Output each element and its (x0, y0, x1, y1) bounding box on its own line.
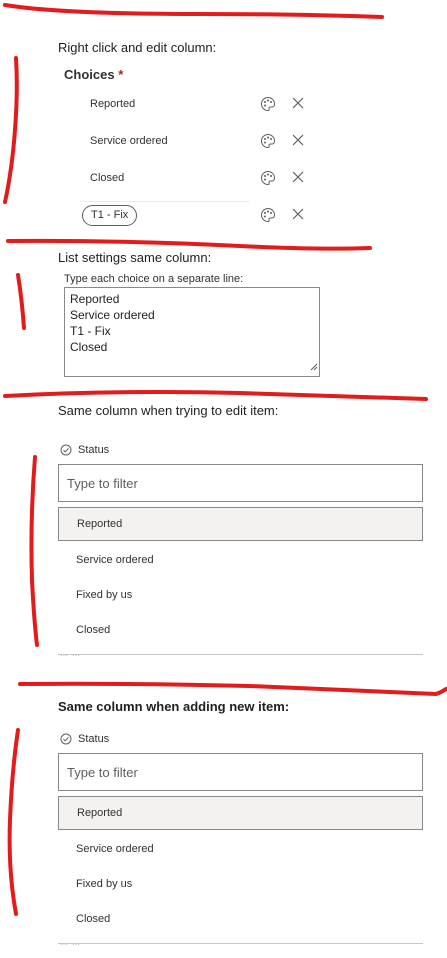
option-label: Fixed by us (76, 589, 133, 601)
status-label-text: Status (78, 733, 110, 745)
choice-pill[interactable]: T1 - Fix (82, 205, 138, 226)
close-icon[interactable] (292, 171, 304, 183)
annotation-stroke (16, 273, 26, 330)
choice-row[interactable]: Reported (80, 89, 310, 119)
section2-heading: List settings same column: (58, 250, 212, 265)
choice-text[interactable]: Service ordered (90, 135, 168, 147)
annotation-stroke (3, 390, 428, 401)
palette-icon[interactable] (260, 96, 276, 112)
choice-text[interactable]: Reported (90, 98, 135, 110)
option-label: Fixed by us (76, 878, 133, 890)
textarea-line: Reported (70, 292, 120, 306)
textarea-line: Closed (70, 340, 108, 354)
choices-field-label: Choices * (64, 67, 123, 82)
close-icon[interactable] (292, 134, 304, 146)
filter-input[interactable]: Type to filter (58, 753, 423, 791)
section3-heading: Same column when trying to edit item: (58, 403, 279, 418)
palette-icon[interactable] (260, 207, 276, 223)
dropdown-bottom-border (58, 654, 423, 655)
close-icon[interactable] (292, 97, 304, 109)
annotation-stroke (6, 238, 372, 251)
filter-input[interactable]: Type to filter (58, 464, 423, 502)
required-mark: * (118, 67, 124, 82)
option-label: Service ordered (76, 843, 154, 855)
check-circle-icon (60, 444, 72, 456)
dropdown-option-selected[interactable]: Reported (58, 507, 423, 541)
filter-placeholder: Type to filter (67, 764, 138, 780)
option-label: Reported (77, 518, 123, 530)
palette-icon[interactable] (260, 170, 276, 186)
palette-icon[interactable] (260, 133, 276, 149)
resize-grip-icon[interactable] (310, 359, 318, 375)
dropdown-option-selected[interactable]: Reported (58, 796, 423, 830)
section1-heading: Right click and edit column: (58, 40, 217, 55)
choice-row[interactable]: Closed (80, 163, 310, 193)
status-label-text: Status (78, 444, 110, 456)
textarea-line: Service ordered (70, 308, 155, 322)
choices-label-text: Choices (64, 67, 115, 82)
dropdown-option[interactable]: Closed (58, 902, 423, 936)
option-label: Closed (76, 624, 111, 636)
choice-text[interactable]: Closed (90, 172, 124, 184)
option-label: Service ordered (76, 554, 154, 566)
status-field-label: Status (60, 733, 109, 745)
dropdown-option[interactable]: Closed (58, 613, 423, 647)
dropdown-bottom-border (58, 943, 423, 944)
dropdown-option[interactable]: Service ordered (58, 543, 423, 577)
check-circle-icon (60, 733, 72, 745)
annotation-stroke (3, 3, 384, 19)
choices-textarea-label: Type each choice on a separate line: (64, 273, 244, 285)
dropdown-option[interactable]: Fixed by us (58, 867, 423, 901)
close-icon[interactable] (292, 208, 304, 220)
status-field-label: Status (60, 444, 109, 456)
annotation-stroke (3, 56, 19, 204)
choice-row-editing[interactable]: T1 - Fix (80, 200, 310, 230)
option-label: Reported (77, 807, 123, 819)
dropdown-option[interactable]: Fixed by us (58, 578, 423, 612)
section4-heading: Same column when adding new item: (58, 699, 290, 714)
dropdown-option[interactable]: Service ordered (58, 832, 423, 866)
choices-textarea[interactable]: Reported Service ordered T1 - Fix Closed (64, 287, 320, 377)
annotation-stroke (7, 728, 20, 916)
filter-placeholder: Type to filter (67, 475, 138, 491)
choice-row[interactable]: Service ordered (80, 126, 310, 156)
option-label: Closed (76, 913, 111, 925)
textarea-line: T1 - Fix (70, 324, 111, 338)
annotation-stroke (18, 681, 447, 697)
annotation-stroke (29, 455, 39, 647)
